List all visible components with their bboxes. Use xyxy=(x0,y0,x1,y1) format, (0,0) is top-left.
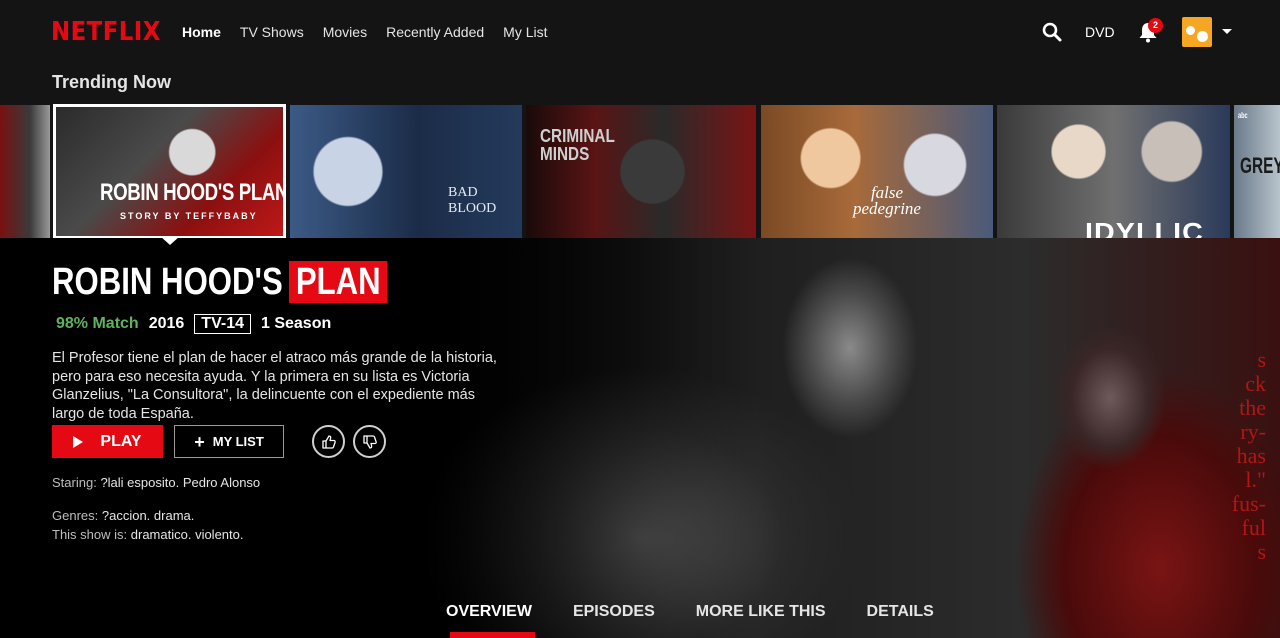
top-nav: NETFLIX Home TV Shows Movies Recently Ad… xyxy=(0,0,1280,64)
thumbnail-subtitle: STORY BY TEFFYBABY xyxy=(120,211,258,221)
thumbnail-partial-right[interactable]: abc GREY xyxy=(1234,105,1280,238)
thumbnail-bad-blood[interactable]: BAD BLOOD xyxy=(290,105,522,238)
thumbnail-title: false pedegrine xyxy=(853,183,921,218)
tab-details[interactable]: DETAILS xyxy=(867,603,934,621)
selected-indicator xyxy=(160,236,180,245)
nav-my-list[interactable]: My List xyxy=(503,24,547,40)
nav-movies[interactable]: Movies xyxy=(323,24,367,40)
trending-row: ROBIN HOOD'S PLAN STORY BY TEFFYBABY BAD… xyxy=(0,104,1280,239)
nav-tv-shows[interactable]: TV Shows xyxy=(240,24,304,40)
nav-home[interactable]: Home xyxy=(182,24,221,40)
thumbnail-idyllic[interactable]: IDYLLIC xyxy=(997,105,1230,238)
thumbs-up-icon xyxy=(321,434,336,449)
maturity-rating: TV-14 xyxy=(194,314,251,334)
show-traits-line: This show is: dramatico. violento. xyxy=(52,527,244,542)
thumbnail-false-pedegrine[interactable]: false pedegrine xyxy=(761,105,993,238)
synopsis: El Profesor tiene el plan de hacer el at… xyxy=(52,350,497,422)
starring-line: Staring: ?lali esposito. Pedro Alonso xyxy=(52,475,261,490)
notification-badge: 2 xyxy=(1148,18,1163,33)
thumbs-down-icon xyxy=(362,434,377,449)
season-count: 1 Season xyxy=(260,315,332,332)
avatar[interactable] xyxy=(1182,17,1212,47)
thumbnail-title: GREY xyxy=(1240,153,1280,178)
row-title: Trending Now xyxy=(52,72,171,92)
thumbnail-title: ROBIN HOOD'S PLAN xyxy=(100,179,286,206)
nav-recently-added[interactable]: Recently Added xyxy=(386,24,484,40)
genres-line: Genres: ?accion. drama. xyxy=(52,508,195,523)
show-metadata: 98% Match 2016 TV-14 1 Season xyxy=(56,314,331,334)
tab-episodes[interactable]: EPISODES xyxy=(573,603,655,621)
show-title: ROBIN HOOD'S PLAN xyxy=(52,261,388,303)
thumbnail-title: IDYLLIC xyxy=(1085,217,1204,238)
search-icon[interactable] xyxy=(1042,22,1062,42)
plus-icon: + xyxy=(194,431,205,452)
thumbs-up-button[interactable] xyxy=(312,425,345,458)
thumbnail-partial-left[interactable] xyxy=(0,105,50,238)
nav-links: Home TV Shows Movies Recently Added My L… xyxy=(182,24,567,40)
detail-tabs: OVERVIEW EPISODES MORE LIKE THIS DETAILS xyxy=(446,603,975,621)
network-logo: abc xyxy=(1238,111,1248,120)
thumbs-down-button[interactable] xyxy=(353,425,386,458)
tab-more-like-this[interactable]: MORE LIKE THIS xyxy=(696,603,826,621)
netflix-logo[interactable]: NETFLIX xyxy=(51,17,161,47)
release-year: 2016 xyxy=(148,315,185,332)
dvd-link[interactable]: DVD xyxy=(1085,24,1115,40)
add-to-list-button[interactable]: + MY LIST xyxy=(174,425,284,458)
thumbnail-robin-hoods-plan[interactable]: ROBIN HOOD'S PLAN STORY BY TEFFYBABY xyxy=(53,104,286,239)
active-tab-indicator xyxy=(450,632,535,638)
thumbnail-title: BAD BLOOD xyxy=(448,185,497,216)
match-score: 98% Match xyxy=(56,315,139,332)
tab-overview[interactable]: OVERVIEW xyxy=(446,603,532,621)
thumbnail-criminal-minds[interactable]: CRIMINAL MINDS xyxy=(526,105,756,238)
hero-background-text: s ck the ry- has l." fus- ful s xyxy=(1231,347,1266,564)
play-icon xyxy=(73,435,84,448)
play-button[interactable]: PLAY xyxy=(52,425,163,458)
thumbnail-title: CRIMINAL MINDS xyxy=(540,126,615,164)
caret-down-icon[interactable] xyxy=(1222,29,1232,34)
